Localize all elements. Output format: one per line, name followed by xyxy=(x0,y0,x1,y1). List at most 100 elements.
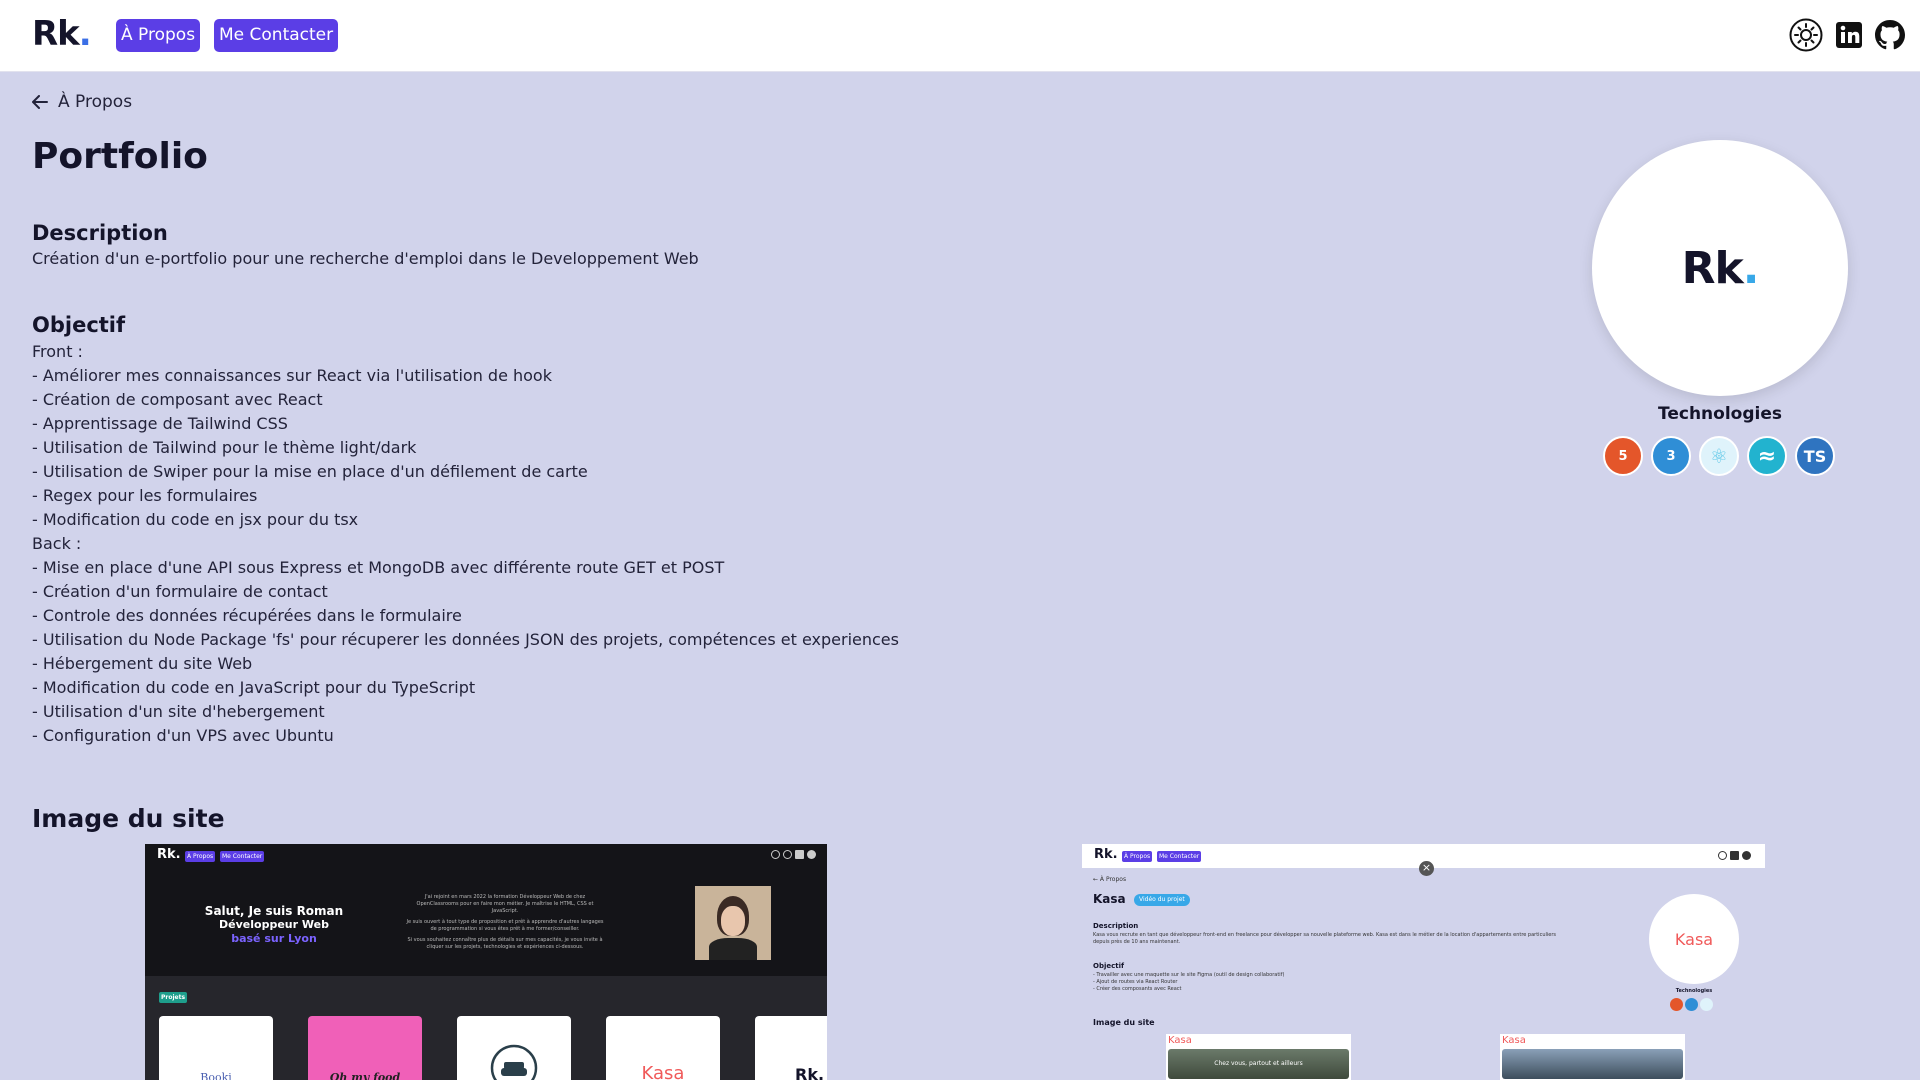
list-item: - Utilisation de Tailwind pour le thème … xyxy=(32,438,417,457)
mini-description-line: depuis près de 10 ans maintenant. xyxy=(1093,939,1181,945)
mini-github-icon xyxy=(1742,851,1751,860)
mini-intro-line: OpenClassrooms pour en faire mon métier.… xyxy=(416,901,594,907)
mini-intro-line: Je suis ouvert à tout type de propositio… xyxy=(406,919,604,925)
list-item: Front : xyxy=(32,342,83,361)
mini-logo: Rk. xyxy=(157,847,181,862)
mini-objective-list: - Travailler avec une maquette sur le si… xyxy=(1093,972,1284,993)
mini-tech-icons xyxy=(1670,998,1713,1011)
mini-header-icons xyxy=(1718,851,1751,860)
nav-contact-button[interactable]: Me Contacter xyxy=(214,19,339,52)
html5-icon-label: 5 xyxy=(1618,448,1628,464)
mini-hero-line: basé sur Lyon xyxy=(231,932,317,945)
mini-intro-line: de programmation si vous êtes prêt à me … xyxy=(430,926,580,932)
mini-thumb-logo: Kasa xyxy=(1502,1035,1526,1046)
list-item: - Utilisation de Swiper pour la mise en … xyxy=(32,462,588,481)
mini-react-icon xyxy=(1700,998,1713,1011)
css3-icon-label: 3 xyxy=(1666,448,1676,464)
mini-avatar-face xyxy=(721,906,745,936)
mini-project-card: Kasa xyxy=(606,1016,720,1080)
technologies-list: 5 3 ⚛ ≈ TS xyxy=(1603,436,1835,476)
mini-theme-icon xyxy=(1718,851,1727,860)
list-item: - Configuration d'un VPS avec Ubuntu xyxy=(32,726,334,745)
mini-project-card: Rk. xyxy=(755,1016,827,1080)
site-screenshot-1[interactable]: Rk. À Propos Me Contacter Salut, Je suis… xyxy=(145,844,827,1080)
close-icon[interactable]: × xyxy=(1419,861,1434,876)
mini-thumb-logo: Kasa xyxy=(1168,1035,1192,1046)
site-logo[interactable]: Rk. xyxy=(32,14,92,54)
list-item: - Hébergement du site Web xyxy=(32,654,253,673)
mini-intro: J'ai rejoint en mars 2022 la formation D… xyxy=(395,894,615,951)
mini-nav-contact: Me Contacter xyxy=(1157,851,1202,862)
mini-linkedin-icon xyxy=(1730,851,1739,860)
mini-hero-line: Salut, Je suis Roman xyxy=(204,904,344,918)
page-title: Portfolio xyxy=(32,136,208,177)
mini-nav-about: À Propos xyxy=(185,851,216,862)
description-heading: Description xyxy=(32,221,168,245)
mini-project-card: Booki xyxy=(159,1016,273,1080)
mini-description-line: Kasa vous recrute en tant que développeu… xyxy=(1093,932,1557,938)
react-icon-label: ⚛ xyxy=(1710,444,1728,468)
mini-intro-line: cliquer sur les projets, technologies et… xyxy=(426,944,584,950)
list-item: - Utilisation d'un site d'hebergement xyxy=(32,702,325,721)
mini-projects-label: Projets xyxy=(159,992,188,1003)
mini-objective-heading: Objectif xyxy=(1093,962,1125,970)
linkedin-icon[interactable] xyxy=(1831,17,1867,53)
mini-objective-line: - Créer des composants avec React xyxy=(1093,986,1182,992)
mini-intro-line: Si vous souhaitez connaître plus de déta… xyxy=(407,937,603,943)
logo-text: Rk xyxy=(32,14,80,54)
logo-dot: . xyxy=(78,14,92,54)
nav-about-button[interactable]: À Propos xyxy=(116,19,201,52)
mini-kasa-logo: Kasa xyxy=(1649,894,1739,984)
github-icon[interactable] xyxy=(1872,17,1908,53)
mini-navbar: Rk. À Propos Me Contacter xyxy=(145,844,827,868)
mini-project-card xyxy=(457,1016,571,1080)
mini-objective-line: - Ajout de routes via React Router xyxy=(1093,979,1178,985)
top-navbar: Rk. À Propos Me Contacter xyxy=(0,0,1920,72)
list-item: Back : xyxy=(32,534,82,553)
mini-images-heading: Image du site xyxy=(1093,1018,1155,1027)
mini-css3-icon xyxy=(1685,998,1698,1011)
mini-avatar xyxy=(695,886,771,960)
typescript-icon[interactable]: TS xyxy=(1795,436,1835,476)
description-text: Création d'un e-portfolio pour une reche… xyxy=(32,249,699,268)
tailwind-icon[interactable]: ≈ xyxy=(1747,436,1787,476)
list-item: - Améliorer mes connaissances sur React … xyxy=(32,366,552,385)
list-item: - Regex pour les formulaires xyxy=(32,486,258,505)
mini-description-heading: Description xyxy=(1093,922,1139,930)
css3-icon[interactable]: 3 xyxy=(1651,436,1691,476)
project-logo-circle: Rk. xyxy=(1592,140,1848,396)
mini-hero: Salut, Je suis Roman Développeur Web bas… xyxy=(189,904,359,946)
back-link[interactable]: À Propos xyxy=(32,92,132,112)
objective-heading: Objectif xyxy=(32,313,126,337)
back-link-label: À Propos xyxy=(58,92,133,112)
objective-list: Front : - Améliorer mes connaissances su… xyxy=(32,340,899,748)
react-icon[interactable]: ⚛ xyxy=(1699,436,1739,476)
mini-description-text: Kasa vous recrute en tant que développeu… xyxy=(1093,932,1633,946)
sofa-logo-icon xyxy=(490,1044,538,1080)
site-screenshot-2[interactable]: Rk. À Propos Me Contacter × ← À Propos K… xyxy=(1082,844,1765,1080)
list-item: - Apprentissage de Tailwind CSS xyxy=(32,414,288,433)
mini-intro-line: J'ai rejoint en mars 2022 la formation D… xyxy=(424,894,586,900)
mini-objective-line: - Travailler avec une maquette sur le si… xyxy=(1093,972,1285,978)
mini-project-card: Oh my food xyxy=(308,1016,422,1080)
list-item: - Création de composant avec React xyxy=(32,390,323,409)
mini-thumb-banner: Chez vous, partout et ailleurs xyxy=(1168,1049,1349,1079)
mini-html5-icon xyxy=(1670,998,1683,1011)
images-heading: Image du site xyxy=(32,804,225,833)
project-logo-text: Rk xyxy=(1681,242,1744,294)
mini-header-icons xyxy=(771,850,819,862)
mini-thumb-banner xyxy=(1502,1049,1683,1079)
tailwind-icon-label: ≈ xyxy=(1757,443,1777,469)
list-item: - Controle des données récupérées dans l… xyxy=(32,606,462,625)
mini-technologies-heading: Technologies xyxy=(1675,988,1713,994)
html5-icon[interactable]: 5 xyxy=(1603,436,1643,476)
mini-theme-icon xyxy=(783,850,792,859)
list-item: - Utilisation du Node Package 'fs' pour … xyxy=(32,630,899,649)
typescript-icon-label: TS xyxy=(1803,446,1827,466)
mini-intro-line: JavaScript. xyxy=(491,908,519,914)
mini-search-icon xyxy=(771,850,780,859)
mini-linkedin-icon xyxy=(795,850,804,859)
theme-toggle-icon[interactable] xyxy=(1788,17,1824,53)
mini-project-title: Kasa xyxy=(1093,892,1126,906)
project-logo: Rk. xyxy=(1681,242,1760,294)
